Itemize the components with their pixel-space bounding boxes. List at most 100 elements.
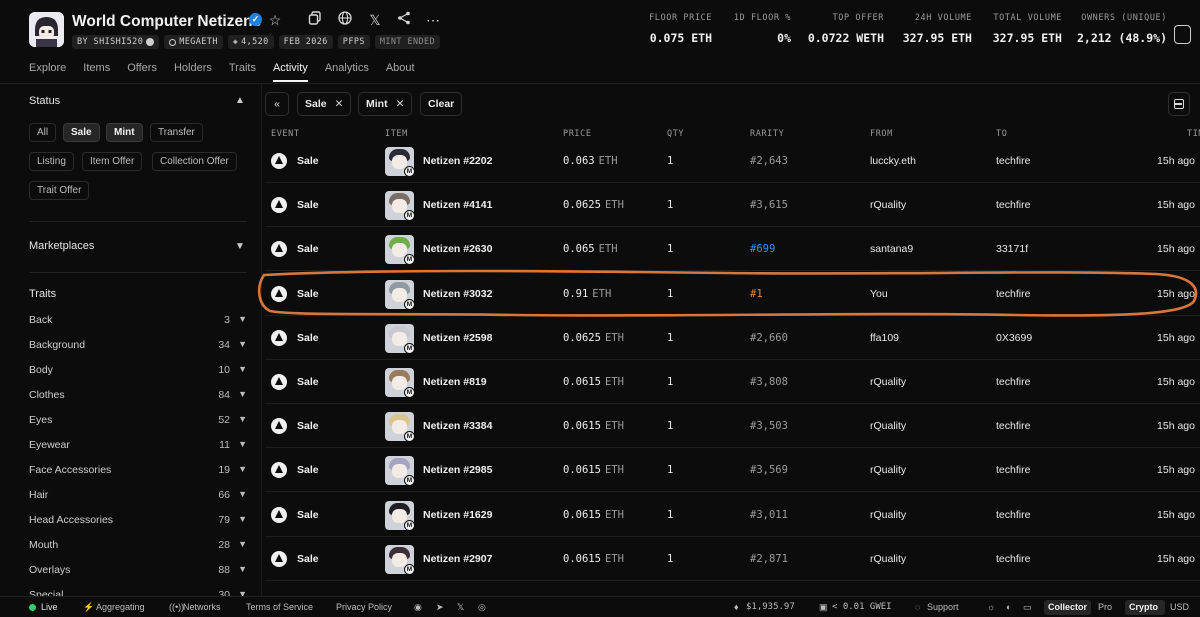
event-time[interactable]: 15h ago [1157, 243, 1195, 255]
telegram-icon[interactable]: ➤ [436, 602, 444, 613]
column-from[interactable]: FROM [870, 129, 893, 139]
from-address[interactable]: You [870, 288, 888, 300]
status-chip-item-offer[interactable]: Item Offer [82, 152, 143, 171]
event-time[interactable]: 15h ago [1157, 509, 1195, 521]
to-address[interactable]: techfire [996, 464, 1030, 476]
column-qty[interactable]: QTY [667, 129, 684, 139]
chevron-down-icon[interactable]: ▼ [238, 339, 247, 349]
tab-traits[interactable]: Traits [229, 62, 256, 82]
item-name[interactable]: Netizen #2907 [423, 553, 492, 565]
aggregating-link[interactable]: Aggregating [96, 602, 145, 612]
table-row[interactable]: Sale M Netizen #2630 0.065 ETH 1 #699 santana9 3… [265, 227, 1200, 272]
item-name[interactable]: Netizen #3384 [423, 420, 492, 432]
share-icon[interactable] [395, 11, 413, 29]
monitor-icon[interactable]: ▭ [1023, 602, 1032, 613]
item-name[interactable]: Netizen #2202 [423, 155, 492, 167]
tab-about[interactable]: About [386, 62, 415, 82]
event-time[interactable]: 15h ago [1157, 199, 1195, 211]
chevron-down-icon[interactable]: ▼ [235, 241, 245, 252]
table-row[interactable]: Sale M Netizen #2907 0.0615 ETH 1 #2,871 rQuali… [265, 537, 1200, 581]
status-section-title[interactable]: Status [29, 95, 60, 107]
event-time[interactable]: 15h ago [1157, 376, 1195, 388]
chevron-down-icon[interactable]: ▼ [238, 564, 247, 574]
event-time[interactable]: 15h ago [1157, 332, 1195, 344]
chevron-down-icon[interactable]: ▼ [238, 414, 247, 424]
chevron-down-icon[interactable]: ▼ [238, 514, 247, 524]
status-chip-sale[interactable]: Sale [63, 123, 100, 142]
event-time[interactable]: 15h ago [1157, 420, 1195, 432]
status-chip-collection-offer[interactable]: Collection Offer [152, 152, 237, 171]
chain-pill[interactable]: MEGAETH [164, 35, 223, 49]
column-item[interactable]: ITEM [385, 129, 408, 139]
event-time[interactable]: 15h ago [1157, 464, 1195, 476]
trait-row[interactable]: Special 30 ▼ [29, 589, 247, 596]
chevron-down-icon[interactable]: ▼ [238, 314, 247, 324]
column-rarity[interactable]: RARITY [750, 129, 784, 139]
trait-row[interactable]: Eyewear 11 ▼ [29, 439, 247, 455]
table-row[interactable]: Sale M Netizen #3032 0.91 ETH 1 #1 You techfire 1… [265, 272, 1200, 316]
to-address[interactable]: techfire [996, 199, 1030, 211]
trait-row[interactable]: Mouth 28 ▼ [29, 539, 247, 555]
table-row[interactable]: Sale M Netizen #819 0.0615 ETH 1 #3,808 rQualit… [265, 360, 1200, 404]
item-name[interactable]: Netizen #819 [423, 376, 487, 388]
chevron-down-icon[interactable]: ▼ [238, 389, 247, 399]
from-address[interactable]: ffa109 [870, 332, 899, 344]
filter-chip-sale[interactable]: Sale ✕ [297, 92, 352, 116]
trait-row[interactable]: Clothes 84 ▼ [29, 389, 247, 405]
chevron-down-icon[interactable]: ▼ [238, 489, 247, 499]
moon-icon[interactable]: ◐ [1006, 602, 1011, 612]
event-time[interactable]: 15h ago [1157, 553, 1195, 565]
column-event[interactable]: EVENT [271, 129, 300, 139]
tab-activity[interactable]: Activity [272, 62, 308, 82]
globe-icon[interactable] [336, 11, 354, 29]
item-name[interactable]: Netizen #2630 [423, 243, 492, 255]
to-address[interactable]: techfire [996, 509, 1030, 521]
clear-filters-button[interactable]: Clear [420, 92, 463, 116]
copy-icon[interactable] [306, 11, 324, 29]
trait-row[interactable]: Body 10 ▼ [29, 364, 247, 380]
networks-link[interactable]: Networks [183, 602, 221, 612]
star-icon[interactable]: ☆ [266, 11, 284, 29]
collection-avatar[interactable] [29, 12, 64, 47]
from-address[interactable]: rQuality [870, 553, 906, 565]
close-icon[interactable]: ✕ [396, 98, 405, 110]
to-address[interactable]: 0X3699 [996, 332, 1032, 344]
table-row[interactable]: Sale M Netizen #2598 0.0625 ETH 1 #2,660 ffa109… [265, 316, 1200, 360]
tab-holders[interactable]: Holders [174, 62, 212, 82]
table-row[interactable]: Sale M Netizen #1629 0.0615 ETH 1 #3,011 rQuali… [265, 493, 1200, 537]
close-icon[interactable]: ✕ [335, 98, 344, 110]
trait-row[interactable]: Head Accessories 79 ▼ [29, 514, 247, 530]
column-time[interactable]: TIME [1187, 129, 1200, 139]
status-chip-mint[interactable]: Mint [106, 123, 143, 142]
from-address[interactable]: rQuality [870, 199, 906, 211]
from-address[interactable]: santana9 [870, 243, 913, 255]
from-address[interactable]: rQuality [870, 376, 906, 388]
from-address[interactable]: rQuality [870, 464, 906, 476]
from-address[interactable]: luccky.eth [870, 155, 916, 167]
to-address[interactable]: techfire [996, 376, 1030, 388]
item-name[interactable]: Netizen #2985 [423, 464, 492, 476]
tab-offers[interactable]: Offers [127, 62, 157, 82]
status-chip-transfer[interactable]: Transfer [150, 123, 203, 142]
discord-icon[interactable]: ◉ [414, 602, 422, 613]
collector-mode-label[interactable]: Collector [1048, 602, 1087, 612]
tab-items[interactable]: Items [83, 62, 110, 82]
crypto-currency-label[interactable]: Crypto [1129, 602, 1158, 612]
trait-row[interactable]: Eyes 52 ▼ [29, 414, 247, 430]
event-time[interactable]: 15h ago [1157, 155, 1195, 167]
tab-explore[interactable]: Explore [29, 62, 66, 82]
from-address[interactable]: rQuality [870, 509, 906, 521]
status-chip-trait-offer[interactable]: Trait Offer [29, 181, 90, 200]
chevron-down-icon[interactable]: ▼ [238, 464, 247, 474]
more-icon[interactable]: ⋯ [424, 11, 442, 29]
trait-row[interactable]: Hair 66 ▼ [29, 489, 247, 505]
trait-row[interactable]: Face Accessories 19 ▼ [29, 464, 247, 480]
creator-pill[interactable]: BY SHISHI520 [72, 35, 160, 49]
chevron-down-icon[interactable]: ▼ [238, 539, 247, 549]
column-price[interactable]: PRICE [563, 129, 592, 139]
status-chip-all[interactable]: All [29, 123, 57, 142]
column-to[interactable]: TO [996, 129, 1007, 139]
filter-chip-mint[interactable]: Mint ✕ [358, 92, 413, 116]
chevron-up-icon[interactable]: ▲ [235, 95, 245, 106]
table-row[interactable]: Sale M Netizen #4141 0.0625 ETH 1 #3,615 rQuali… [265, 183, 1200, 228]
